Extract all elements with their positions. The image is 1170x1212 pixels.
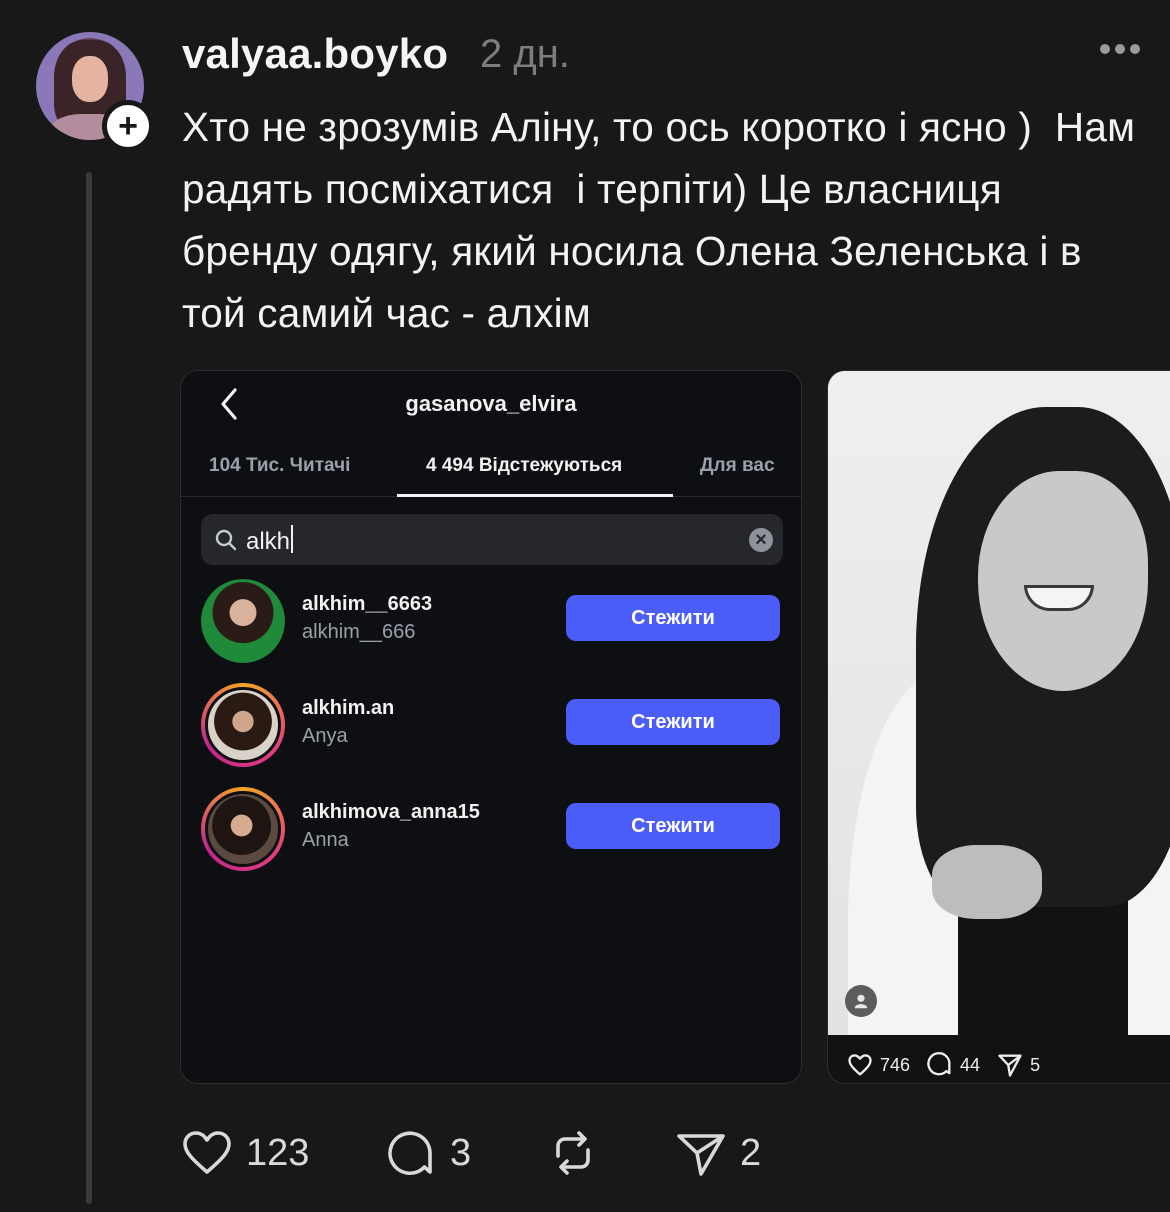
- tab-followers: 104 Тис. Читачі: [209, 455, 351, 476]
- repost-button[interactable]: [546, 1126, 600, 1180]
- comment-button[interactable]: 3: [384, 1126, 471, 1180]
- follow-button: Стежити: [566, 699, 780, 745]
- profile-name: gasanova_elvira: [405, 391, 577, 416]
- user-tag-icon: [845, 985, 877, 1017]
- post-actions: 123 3 2: [180, 1126, 880, 1186]
- clear-search-icon: ×: [749, 528, 773, 552]
- thread-line: [86, 172, 92, 1204]
- like-count: 123: [246, 1131, 310, 1174]
- share-count: 2: [740, 1131, 762, 1174]
- search-icon: [215, 529, 237, 551]
- portrait-photo: [828, 371, 1170, 1035]
- photo-post-stats: 746 44 5: [846, 1051, 1050, 1079]
- active-tab-indicator: [397, 494, 673, 497]
- heart-icon: [183, 1131, 231, 1174]
- like-button[interactable]: 123: [180, 1126, 309, 1180]
- comment-icon: [388, 1131, 432, 1175]
- attached-image-photo-post[interactable]: 746 44 5: [827, 370, 1170, 1084]
- photo-likes-count: 746: [880, 1054, 911, 1075]
- account-row: alkhimova_anna15 Anna Стежити: [181, 787, 801, 883]
- account-row: alkhim.an Anya Стежити: [181, 683, 801, 779]
- tab-for-you: Для вас: [700, 455, 775, 476]
- account-row: alkhim__6663 alkhim__666 Стежити: [181, 579, 801, 675]
- photo-shares-count: 5: [1030, 1054, 1041, 1075]
- send-icon: [677, 1134, 725, 1176]
- follow-button: Стежити: [566, 595, 780, 641]
- account-handle: alkhim.an: [302, 697, 395, 719]
- repost-icon: [556, 1131, 590, 1175]
- follow-button: Стежити: [566, 803, 780, 849]
- account-name: Anya: [302, 725, 348, 747]
- search-value: alkh: [246, 525, 294, 556]
- share-button[interactable]: 2: [674, 1126, 761, 1180]
- post-text: Хто не зрозумів Аліну, то ось коротко і …: [182, 104, 1147, 336]
- account-name: alkhim__666: [302, 621, 416, 643]
- account-handle: alkhim__6663: [302, 593, 433, 615]
- tab-following: 4 494 Відстежуються: [426, 455, 623, 476]
- search-field: alkh ×: [201, 514, 783, 565]
- send-icon: [998, 1054, 1022, 1077]
- account-name: Anna: [302, 829, 349, 851]
- attached-image-following-list[interactable]: gasanova_elvira 104 Тис. Читачі 4 494 Ві…: [180, 370, 802, 1084]
- account-avatar-story-ring: [201, 787, 285, 871]
- comment-icon: [927, 1052, 951, 1076]
- heart-icon: [848, 1054, 872, 1076]
- comment-count: 3: [450, 1131, 472, 1174]
- account-avatar: [201, 579, 285, 663]
- more-options-icon[interactable]: [1100, 44, 1140, 54]
- follow-plus-icon[interactable]: +: [102, 100, 154, 152]
- following-tabs: 104 Тис. Читачі 4 494 Відстежуються Для …: [181, 451, 801, 497]
- author-username[interactable]: valyaa.boyko: [182, 30, 448, 78]
- photo-comments-count: 44: [960, 1054, 981, 1075]
- post-timestamp: 2 дн.: [480, 32, 570, 76]
- account-avatar-story-ring: [201, 683, 285, 767]
- account-handle: alkhimova_anna15: [302, 801, 480, 823]
